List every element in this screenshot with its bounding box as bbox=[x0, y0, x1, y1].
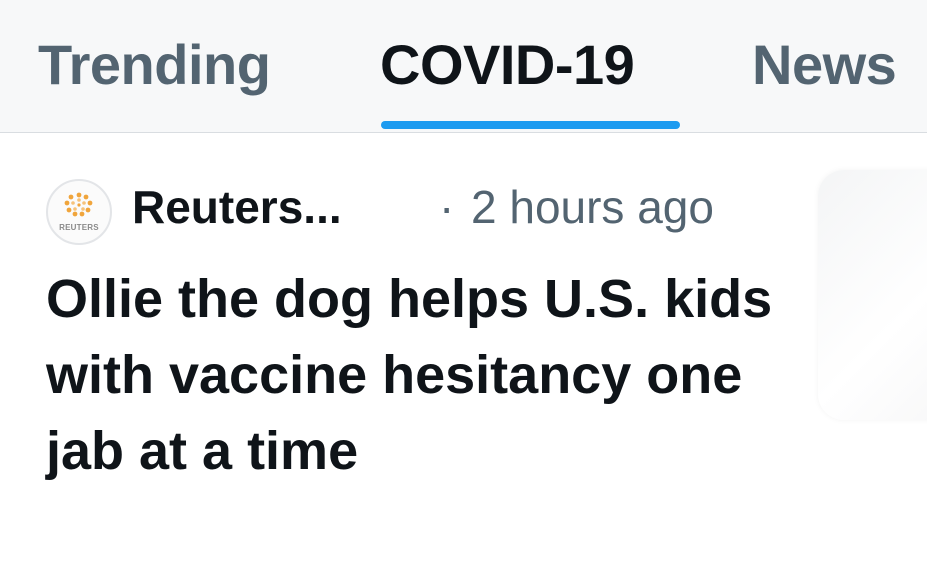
active-tab-indicator bbox=[381, 121, 680, 129]
tab-trending[interactable]: Trending bbox=[38, 30, 271, 100]
time-separator: · bbox=[439, 181, 455, 233]
reuters-logo-mark bbox=[64, 192, 93, 217]
tab-covid-19[interactable]: COVID-19 bbox=[380, 30, 635, 100]
reuters-logo-icon[interactable]: REUTERS bbox=[46, 179, 112, 245]
story-timestamp: 2 hours ago bbox=[471, 181, 714, 233]
story-headline[interactable]: Ollie the dog helps U.S. kids with vacci… bbox=[46, 261, 786, 489]
tab-news[interactable]: News bbox=[752, 30, 897, 100]
reuters-logo-text: REUTERS bbox=[59, 223, 99, 232]
tab-bar: Trending COVID-19 News bbox=[0, 0, 927, 133]
source-name[interactable]: Reuters... bbox=[132, 179, 342, 235]
story-meta: REUTERS Reuters... · 2 hours ago bbox=[46, 175, 806, 245]
news-story-card[interactable]: REUTERS Reuters... · 2 hours ago Ollie t… bbox=[0, 133, 927, 588]
story-thumbnail[interactable] bbox=[818, 170, 927, 420]
